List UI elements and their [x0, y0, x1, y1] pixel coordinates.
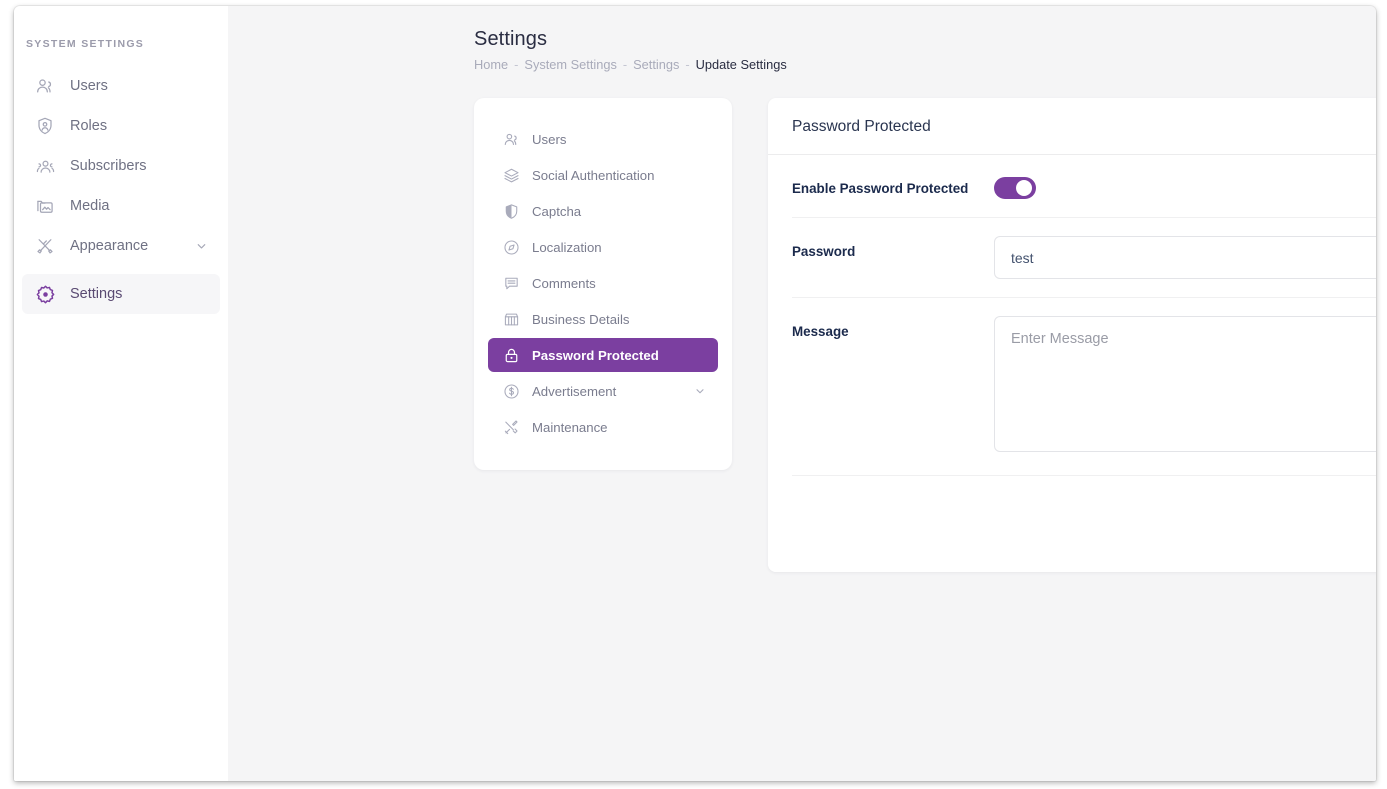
shield-user-icon — [34, 115, 56, 137]
users-icon — [502, 130, 520, 148]
password-field — [994, 236, 1376, 279]
settings-nav-item-users[interactable]: Users — [488, 122, 718, 156]
tools-icon — [502, 418, 520, 436]
main-content: Settings Home - System Settings - Settin… — [228, 6, 1376, 781]
settings-nav-item-localization[interactable]: Localization — [488, 230, 718, 264]
sidebar-item-label: Appearance — [70, 238, 149, 254]
form-row-message: Message — [792, 298, 1376, 476]
breadcrumb-separator: - — [622, 57, 628, 72]
main-sidebar: SYSTEM SETTINGS Users Roles Subscribers … — [14, 6, 228, 781]
panel-header: Password Protected — [768, 98, 1376, 155]
password-label: Password — [792, 244, 856, 259]
chevron-down-icon[interactable] — [195, 240, 208, 253]
sidebar-heading: SYSTEM SETTINGS — [26, 38, 145, 50]
breadcrumb-separator: - — [685, 57, 690, 72]
subscribers-icon — [34, 155, 56, 177]
sidebar-item-users[interactable]: Users — [22, 66, 220, 106]
panel-footer — [768, 476, 1376, 572]
comment-lines-icon — [502, 274, 520, 292]
enable-password-protected-label: Enable Password Protected — [792, 181, 969, 196]
panel-title: Password Protected — [792, 118, 931, 135]
media-folder-icon — [34, 195, 56, 217]
settings-nav-item-captcha[interactable]: Captcha — [488, 194, 718, 228]
settings-nav-item-label: Maintenance — [532, 419, 608, 435]
breadcrumb: Home - System Settings - Settings - Upda… — [474, 57, 1376, 72]
breadcrumb-item-home[interactable]: Home — [474, 57, 508, 72]
settings-nav-item-comments[interactable]: Comments — [488, 266, 718, 300]
breadcrumb-item-system-settings[interactable]: System Settings — [524, 57, 616, 72]
settings-nav-item-label: Business Details — [532, 311, 630, 327]
sidebar-item-media[interactable]: Media — [22, 186, 220, 226]
sidebar-item-settings[interactable]: Settings — [22, 274, 220, 314]
page-title: Settings — [474, 28, 548, 50]
toggle-knob — [1016, 180, 1032, 196]
lock-icon — [502, 346, 520, 364]
compass-icon — [502, 238, 520, 256]
layers-icon — [502, 166, 520, 184]
form-row-password: Password — [792, 218, 1376, 298]
content-row: Users Social Authentication Captcha Loca… — [474, 98, 1376, 572]
enable-password-protected-field — [994, 173, 1376, 199]
message-field — [994, 316, 1376, 457]
settings-nav-item-maintenance[interactable]: Maintenance — [488, 410, 718, 444]
sidebar-item-subscribers[interactable]: Subscribers — [22, 146, 220, 186]
settings-nav-item-label: Social Authentication — [532, 167, 655, 183]
breadcrumb-item-update-settings: Update Settings — [695, 57, 787, 72]
sidebar-item-roles[interactable]: Roles — [22, 106, 220, 146]
settings-nav-item-label: Comments — [532, 275, 596, 291]
password-input[interactable] — [994, 236, 1376, 279]
chevron-down-icon[interactable] — [694, 385, 706, 397]
settings-nav-item-label: Captcha — [532, 203, 582, 219]
shield-half-icon — [502, 202, 520, 220]
sidebar-item-label: Users — [70, 78, 108, 94]
app-window: SYSTEM SETTINGS Users Roles Subscribers … — [14, 6, 1376, 781]
form-row-enable-password-protected: Enable Password Protected — [792, 155, 1376, 218]
sidebar-item-label: Settings — [70, 286, 123, 302]
password-protected-panel: Password Protected Enable Password Prote… — [768, 98, 1376, 572]
settings-nav-item-label: Advertisement — [532, 383, 617, 399]
dollar-circle-icon — [502, 382, 520, 400]
enable-password-protected-toggle[interactable] — [994, 177, 1036, 199]
sidebar-item-label: Subscribers — [70, 158, 147, 174]
breadcrumb-item-settings[interactable]: Settings — [633, 57, 679, 72]
users-icon — [34, 75, 56, 97]
settings-nav-item-label: Password Protected — [532, 347, 659, 363]
settings-nav-item-business-details[interactable]: Business Details — [488, 302, 718, 336]
settings-nav-item-label: Localization — [532, 239, 602, 255]
message-textarea[interactable] — [994, 316, 1376, 452]
settings-nav-item-social-authentication[interactable]: Social Authentication — [488, 158, 718, 192]
sidebar-item-label: Media — [70, 198, 110, 214]
breadcrumb-separator: - — [514, 57, 519, 72]
gear-icon — [34, 283, 56, 305]
message-label: Message — [792, 324, 849, 339]
settings-nav-item-advertisement[interactable]: Advertisement — [488, 374, 718, 408]
settings-nav-card: Users Social Authentication Captcha Loca… — [474, 98, 732, 470]
sidebar-item-appearance[interactable]: Appearance — [22, 226, 220, 266]
panel-body: Enable Password Protected Password test … — [768, 155, 1376, 476]
sidebar-item-label: Roles — [70, 118, 108, 134]
storefront-icon — [502, 310, 520, 328]
brush-icon — [34, 235, 56, 257]
settings-nav-item-label: Users — [532, 131, 567, 147]
settings-nav-item-password-protected[interactable]: Password Protected — [488, 338, 718, 372]
